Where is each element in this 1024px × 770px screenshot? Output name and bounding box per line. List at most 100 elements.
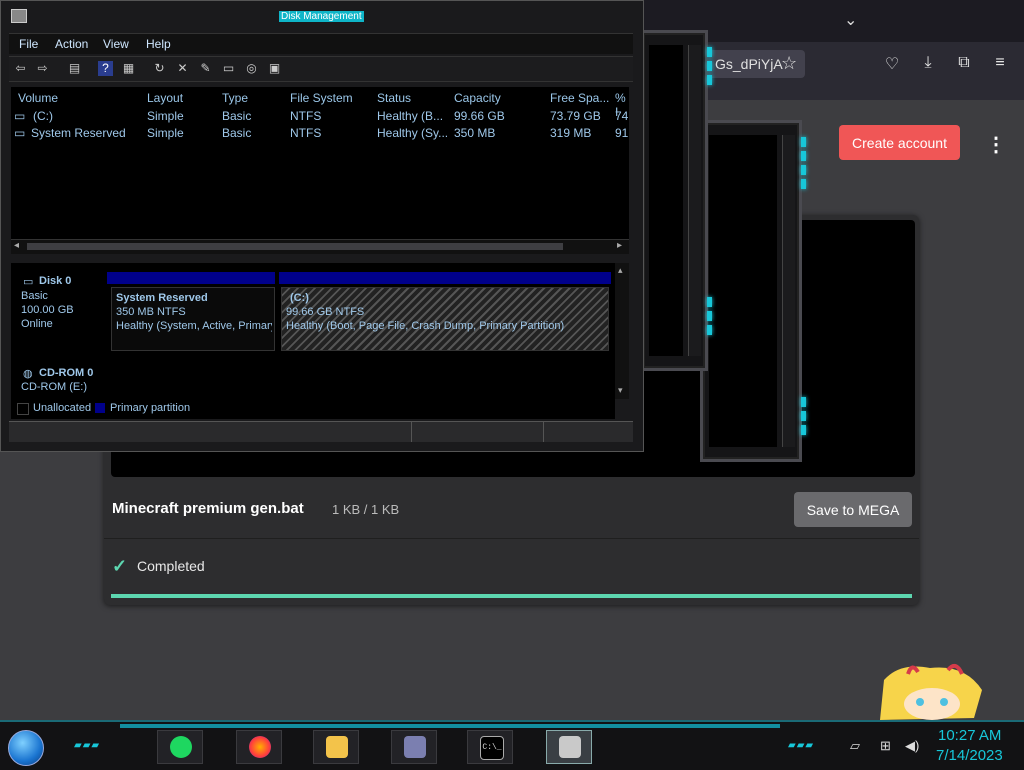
window-content xyxy=(709,135,777,447)
bookmark-star-icon[interactable]: ☆ xyxy=(781,53,797,74)
network-icon[interactable]: ⊞ xyxy=(880,738,891,754)
column-header[interactable]: File System xyxy=(290,91,353,105)
disk-management-app-icon[interactable] xyxy=(11,9,27,23)
disk-type: Basic xyxy=(21,290,48,302)
command-prompt-task-button[interactable]: C:\_ xyxy=(467,730,513,764)
cell-status: Healthy (B... xyxy=(377,109,444,123)
column-header[interactable]: Volume xyxy=(18,91,58,105)
menu-bar: File Action View Help xyxy=(9,33,633,54)
hamburger-menu-icon[interactable]: ≡ xyxy=(990,54,1010,72)
table-row[interactable]: ▭ (C:) Simple Basic NTFS Healthy (B... 9… xyxy=(11,109,629,125)
partition-name: (C:) xyxy=(290,292,309,304)
disk-management-task-button[interactable] xyxy=(546,730,592,764)
url-bar[interactable]: Gs_dPiYjA ☆ xyxy=(705,50,805,78)
list-all-tabs-icon[interactable]: ⌄ xyxy=(844,10,857,30)
menu-help[interactable]: Help xyxy=(146,37,171,51)
disk-icon: ▭ xyxy=(23,276,34,288)
cell-free-space: 73.79 GB xyxy=(550,109,601,123)
window-light-strip xyxy=(706,43,714,89)
column-header[interactable]: Free Spa... xyxy=(550,91,609,105)
partition-size: 350 MB NTFS xyxy=(116,306,186,318)
column-header[interactable]: Layout xyxy=(147,91,183,105)
horizontal-scrollbar[interactable]: ◂ ▸ xyxy=(11,239,629,254)
window-content xyxy=(649,45,683,356)
forward-icon[interactable]: ⇨ xyxy=(35,61,50,76)
console-tree-icon[interactable]: ▤ xyxy=(67,61,82,76)
table-row[interactable]: ▭ System Reserved Simple Basic NTFS Heal… xyxy=(11,126,629,142)
scroll-left-icon[interactable]: ◂ xyxy=(14,240,19,251)
star-butterfly-sticker xyxy=(880,663,982,720)
drive-icon: ▭ xyxy=(14,126,26,140)
edit-icon[interactable]: ✎ xyxy=(198,61,213,76)
clock-date[interactable]: 7/14/2023 xyxy=(936,747,1003,764)
start-button[interactable] xyxy=(8,730,44,766)
folder-icon[interactable]: ▭ xyxy=(221,61,236,76)
toolbar: ⇦ ⇨ ▤ ? ▦ ↻ ✕ ✎ ▭ ◎ ▣ xyxy=(9,56,633,82)
drive-icon: ▭ xyxy=(14,109,26,123)
back-icon[interactable]: ⇦ xyxy=(13,61,28,76)
file-size: 1 KB / 1 KB xyxy=(332,502,400,517)
cdrom-drive: CD-ROM (E:) xyxy=(21,381,87,393)
taskbar-glow-strip xyxy=(120,724,780,728)
divider xyxy=(104,538,919,539)
partition-size: 99.66 GB NTFS xyxy=(286,306,365,318)
scroll-right-icon[interactable]: ▸ xyxy=(617,240,622,251)
settings-icon[interactable]: ▣ xyxy=(267,61,282,76)
disk-name: Disk 0 xyxy=(39,275,72,287)
download-status: Completed xyxy=(137,558,205,574)
partition-c[interactable]: (C:) 99.66 GB NTFS Healthy (Boot, Page F… xyxy=(281,287,609,351)
vertical-scrollbar[interactable] xyxy=(688,45,701,356)
disk-management-window: Disk Management File Action View Help ⇦ … xyxy=(0,0,644,452)
partition-status: Healthy (Boot, Page File, Crash Dump, Pr… xyxy=(286,320,565,332)
file-explorer-icon xyxy=(326,736,348,758)
properties-icon[interactable]: ▦ xyxy=(121,61,136,76)
status-bar xyxy=(9,421,633,442)
scroll-down-icon[interactable]: ▾ xyxy=(618,385,623,396)
cell-status: Healthy (Sy... xyxy=(377,126,449,140)
refresh-icon[interactable]: ↻ xyxy=(152,61,167,76)
cell-volume: (C:) xyxy=(33,109,53,123)
extensions-icon[interactable]: ⧉ xyxy=(954,54,974,72)
file-explorer-task-button[interactable] xyxy=(313,730,359,764)
menu-view[interactable]: View xyxy=(103,37,129,51)
column-header[interactable]: Type xyxy=(222,91,248,105)
cell-capacity: 99.66 GB xyxy=(454,109,505,123)
spotify-task-button[interactable] xyxy=(157,730,203,764)
computer-management-task-button[interactable] xyxy=(391,730,437,764)
column-header[interactable]: Capacity xyxy=(454,91,501,105)
help-icon[interactable]: ? xyxy=(98,61,113,76)
cell-volume: System Reserved xyxy=(31,126,126,140)
scrollbar-thumb[interactable] xyxy=(27,243,563,250)
legend-unallocated: Unallocated xyxy=(33,402,92,414)
clock-time[interactable]: 10:27 AM xyxy=(938,727,1001,744)
cell-layout: Simple xyxy=(147,109,184,123)
vertical-scrollbar[interactable] xyxy=(782,135,795,447)
download-progress-bar xyxy=(111,594,912,598)
menu-action[interactable]: Action xyxy=(55,37,88,51)
search-icon[interactable]: ◎ xyxy=(244,61,259,76)
volume-icon[interactable]: ◀) xyxy=(905,738,919,754)
partition-header-bar xyxy=(279,272,611,284)
cell-free-space: 319 MB xyxy=(550,126,592,140)
disk-size: 100.00 GB xyxy=(21,304,74,316)
checkmark-icon: ✓ xyxy=(112,556,128,576)
more-options-icon[interactable]: ⋮ xyxy=(986,132,1006,157)
pocket-icon[interactable]: ♡ xyxy=(882,54,902,74)
cell-type: Basic xyxy=(222,126,252,140)
create-account-button[interactable]: Create account xyxy=(839,125,960,160)
cell-capacity: 350 MB xyxy=(454,126,496,140)
cell-percent-free: 74 xyxy=(615,109,629,123)
menu-file[interactable]: File xyxy=(19,37,38,51)
delete-icon[interactable]: ✕ xyxy=(175,61,190,76)
column-header[interactable]: Status xyxy=(377,91,411,105)
firefox-task-button[interactable] xyxy=(236,730,282,764)
vertical-scrollbar[interactable]: ▴ ▾ xyxy=(615,263,629,399)
show-hidden-icons-icon[interactable]: ▱ xyxy=(850,738,860,754)
partition-system-reserved[interactable]: System Reserved 350 MB NTFS Healthy (Sys… xyxy=(111,287,275,351)
legend-primary-partition: Primary partition xyxy=(110,402,191,414)
cell-filesystem: NTFS xyxy=(290,109,322,123)
downloads-icon[interactable]: ⤓ xyxy=(918,54,938,72)
taskbar-decoration: ▰▰▰ xyxy=(788,740,815,751)
save-to-mega-button[interactable]: Save to MEGA xyxy=(794,492,912,527)
scroll-up-icon[interactable]: ▴ xyxy=(618,265,623,276)
